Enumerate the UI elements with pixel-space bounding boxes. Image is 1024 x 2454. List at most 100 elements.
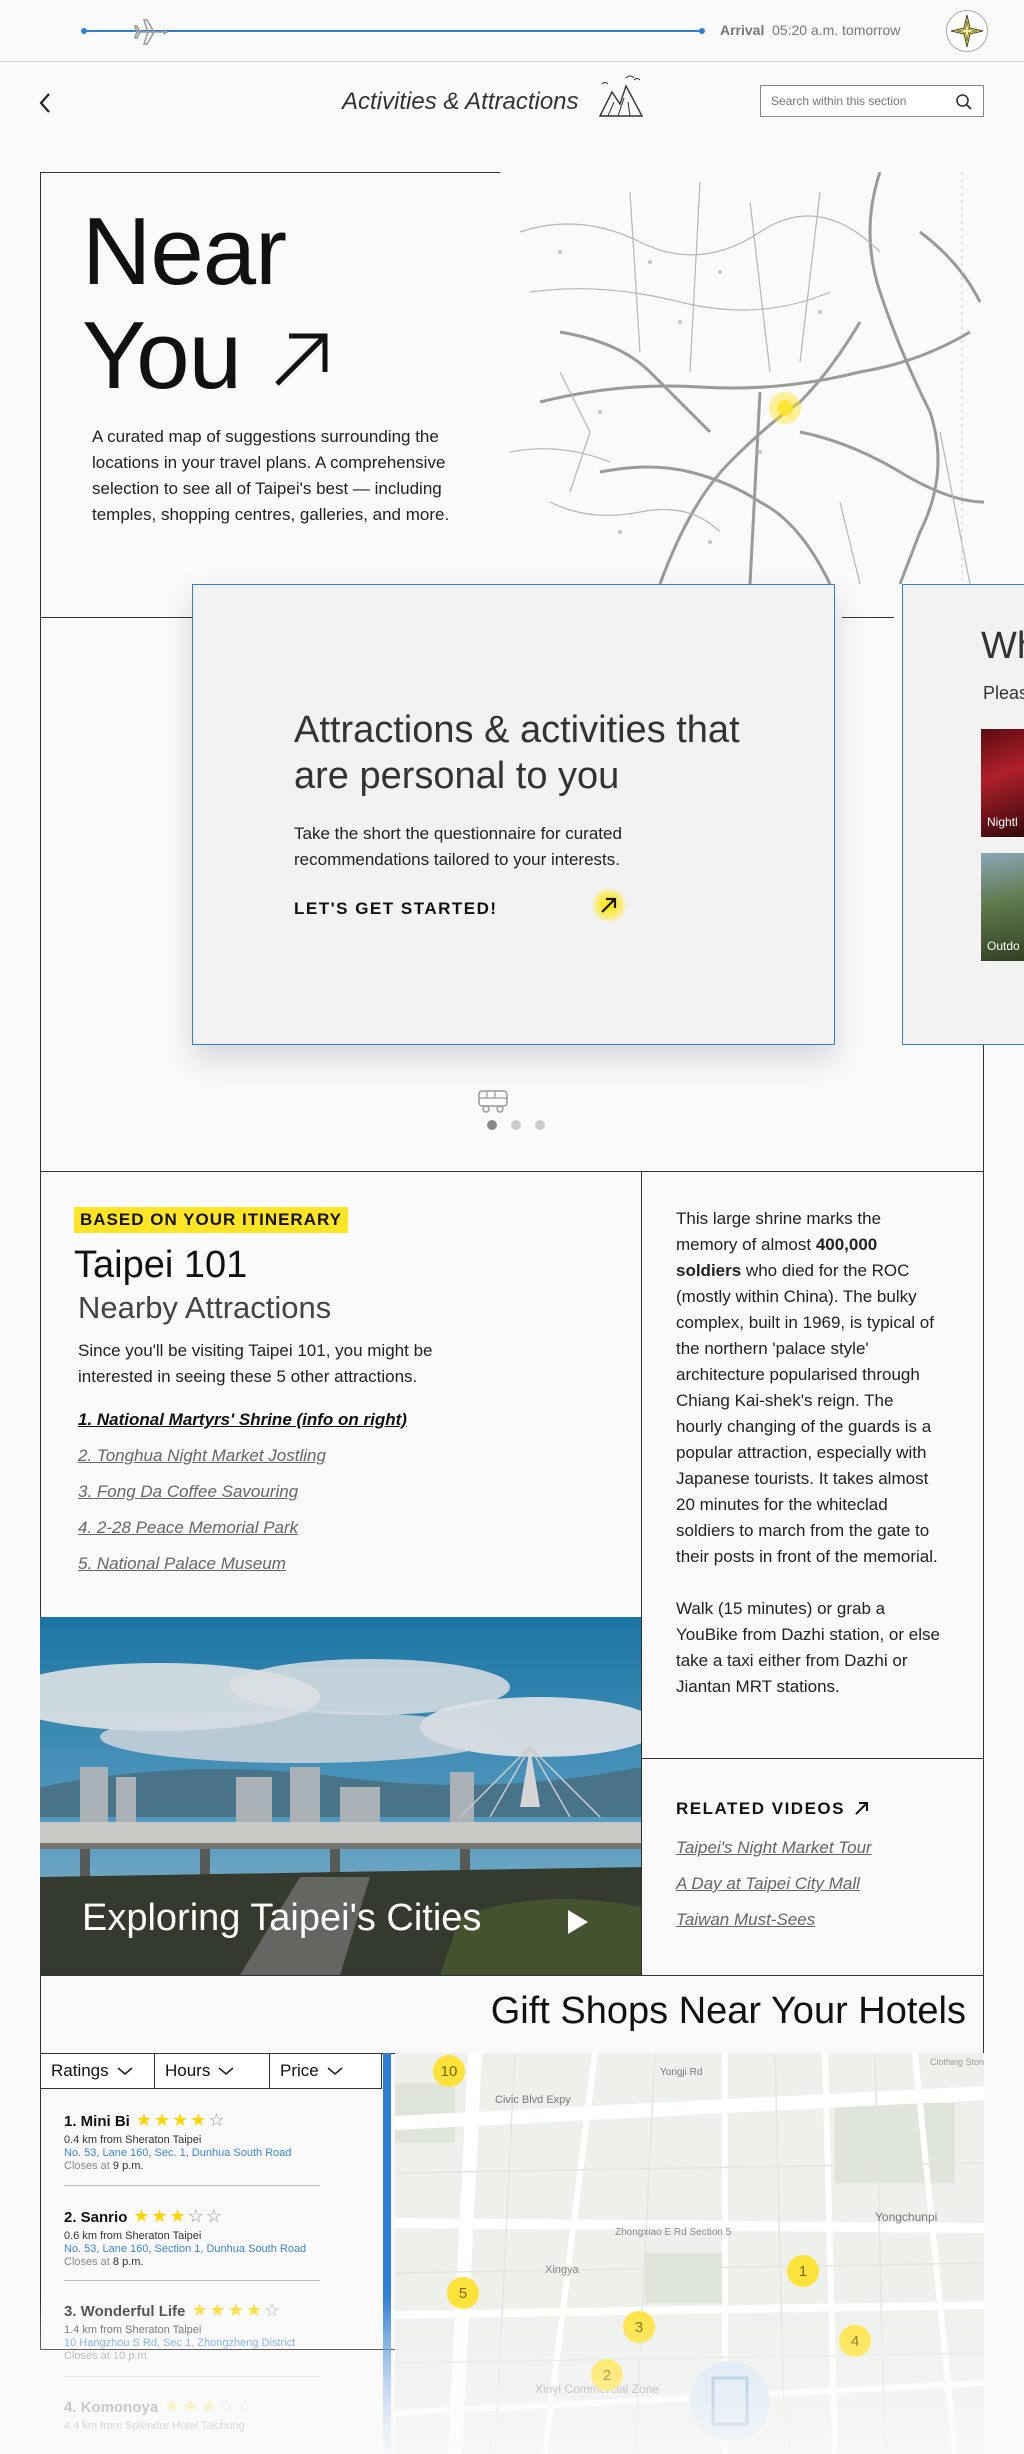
map-pin-5[interactable]: 5 [447,2277,479,2309]
taipei-street-map[interactable] [500,172,984,584]
ratings-filter[interactable]: Ratings [40,2053,155,2089]
search-icon[interactable] [955,93,973,111]
map-district-label: Yongchunpi [875,2210,937,2224]
shop-hours: Closes at 8 p.m. [64,2256,320,2268]
rating-stars: ★★★★☆ [191,2300,283,2320]
get-started-link[interactable]: LET'S GET STARTED! [294,899,498,919]
map-pin-2[interactable]: 2 [591,2359,623,2391]
attraction-link-1[interactable]: 1. National Martyrs' Shrine (info on rig… [78,1410,407,1446]
next-card-title: Wh [981,625,1024,667]
shop-divider [64,2280,320,2281]
search-input[interactable] [761,86,941,116]
shop-hours: Closes at 9 p.m. [64,2160,320,2172]
attraction-link-4[interactable]: 4. 2-28 Peace Memorial Park [78,1518,407,1554]
shop-item-3[interactable]: 3. Wonderful Life ★★★★☆ 1.4 km from Shera… [64,2300,320,2362]
map-pin-1[interactable]: 1 [787,2255,819,2287]
airplane-icon [134,19,168,45]
gift-shops-map[interactable]: Civic Blvd Expy Yongji Rd Zhongxiao E Rd… [395,2053,984,2454]
carousel-dot-1[interactable] [487,1120,497,1130]
hours-value: 10 p.m. [112,2350,150,2362]
shop-address[interactable]: 10 Hangzhou S Rd, Sec 1, Zhongzheng Dist… [64,2337,320,2349]
map-road-label: Yongji Rd [660,2067,702,2078]
compass-icon [950,14,984,48]
attraction-link-5[interactable]: 5. National Palace Museum [78,1554,407,1590]
related-video-link-1[interactable]: Taipei's Night Market Tour [676,1838,872,1874]
shrine-directions: Walk (15 minutes) or grab a YouBike from… [676,1599,940,1696]
map-poi-label: Clothing Store [930,2057,984,2067]
arrival-label: Arrival [720,22,765,38]
itinerary-intro: Since you'll be visiting Taipei 101, you… [78,1341,433,1386]
near-you-description: A curated map of suggestions surrounding… [92,427,450,524]
shop-address[interactable]: No. 53, Lane 160, Sec. 1, Dunhua South R… [64,2147,320,2159]
chevron-down-icon [117,2067,133,2076]
shop-item-4[interactable]: 4. Komonoya ★★★☆☆ 4.4 km from Splendor Ho… [64,2396,320,2432]
itinerary-place: Taipei 101 [74,1244,248,1286]
list-scrollbar[interactable] [383,2053,391,2454]
section-search[interactable] [760,85,984,117]
shop-distance: 0.4 km from Sheraton Taipei [64,2134,202,2146]
get-started-arrow-icon[interactable] [599,895,619,915]
video-player[interactable]: Exploring Taipei's Cities [40,1617,641,1975]
shop-name: 4. Komonoya [64,2399,159,2416]
next-card-preview[interactable]: Wh Pleas Nightl Outdo [902,584,1024,1045]
video-title: Exploring Taipei's Cities [82,1897,482,1939]
near-you-line2: You [82,302,242,409]
questionnaire-description: Take the short the questionnaire for cur… [294,824,622,869]
shop-address[interactable]: No. 53, Lane 160, Section 1, Dunhua Sout… [64,2243,320,2255]
outdoors-thumbnail[interactable]: Outdo [981,853,1024,961]
compass-button[interactable] [946,10,988,52]
mountains-icon [598,75,644,117]
shop-divider [64,2185,320,2186]
street-map-graphic [500,172,984,584]
shops-map-graphic: Civic Blvd Expy Yongji Rd Zhongxiao E Rd… [395,2053,984,2454]
related-arrow-icon[interactable] [854,1800,870,1816]
arrow-up-right-icon[interactable] [271,328,333,390]
shop-item-2[interactable]: 2. Sanrio ★★★☆☆ 0.6 km from Sheraton Taip… [64,2206,320,2268]
chevron-down-icon [218,2067,234,2076]
nightlife-label: Nightl [987,815,1018,829]
back-arrow-icon[interactable] [34,88,56,118]
map-road-label: Zhongxiao E Rd Section 5 [615,2227,732,2238]
map-road-label: Civic Blvd Expy [495,2094,571,2106]
shop-name: 1. Mini Bi [64,2113,130,2130]
play-icon[interactable] [566,1909,590,1935]
page-title: Activities & Attractions [342,88,579,115]
nightlife-thumbnail[interactable]: Nightl [981,729,1024,837]
itinerary-column-divider [641,1171,642,1975]
attraction-link-2[interactable]: 2. Tonghua Night Market Jostling [78,1446,407,1482]
hours-value: 8 p.m. [112,2256,144,2268]
hours-prefix: Closes at [64,2160,113,2172]
carousel-dot-3[interactable] [535,1120,545,1130]
itinerary-top-border [40,1171,984,1172]
questionnaire-title: Attractions & activities that are person… [294,709,740,797]
shop-item-1[interactable]: 1. Mini Bi ★★★★☆ 0.4 km from Sheraton Tai… [64,2110,320,2172]
map-pin-4[interactable]: 4 [839,2325,871,2357]
hours-filter-label: Hours [165,2061,211,2080]
related-video-link-3[interactable]: Taiwan Must-Sees [676,1910,872,1946]
section-divider-left [40,617,192,618]
chevron-down-icon [327,2067,343,2076]
shop-hours: Closes at 10 p.m. [64,2350,320,2362]
related-video-link-2[interactable]: A Day at Taipei City Mall [676,1874,872,1910]
carousel-dot-2[interactable] [511,1120,521,1130]
gift-top-border [40,1975,984,1976]
map-pin-10[interactable]: 10 [433,2055,465,2087]
outdoors-label: Outdo [987,939,1020,953]
price-filter[interactable]: Price [269,2053,382,2089]
shop-distance: 0.6 km from Sheraton Taipei [64,2230,202,2242]
tour-bus-icon [478,1090,508,1113]
map-pin-3[interactable]: 3 [623,2311,655,2343]
hours-prefix: Closes at [64,2350,113,2362]
itinerary-badge: BASED ON YOUR ITINERARY [74,1207,348,1233]
attraction-link-3[interactable]: 3. Fong Da Coffee Savouring [78,1482,407,1518]
shop-distance: 4.4 km from Splendor Hotel Taichung [64,2420,245,2432]
rating-stars: ★★★★☆ [135,2110,227,2130]
next-card-subtitle: Pleas [983,683,1024,703]
ratings-filter-label: Ratings [51,2061,109,2080]
gift-shops-heading: Gift Shops Near Your Hotels [490,1990,966,2032]
hours-filter[interactable]: Hours [154,2053,270,2089]
near-you-line1: Near [82,198,287,305]
questionnaire-card[interactable]: Attractions & activities that are person… [192,584,835,1045]
price-filter-label: Price [280,2061,319,2080]
related-top-border [641,1758,984,1759]
